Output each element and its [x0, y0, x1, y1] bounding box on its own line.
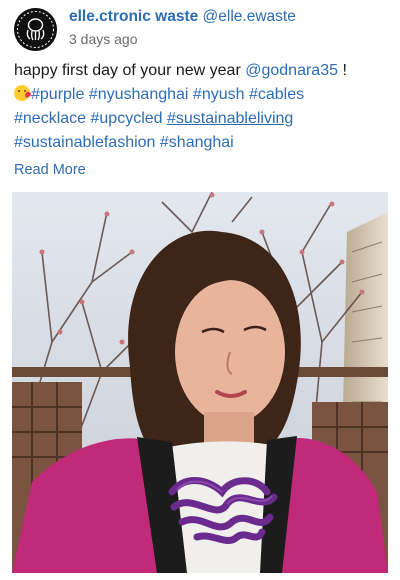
avatar[interactable] — [14, 8, 57, 51]
social-post-card: elle.ctronic waste @elle.ewaste 3 days a… — [0, 0, 400, 580]
post-header: elle.ctronic waste @elle.ewaste 3 days a… — [14, 8, 296, 51]
post-caption: happy first day of your new year @godnar… — [14, 59, 390, 155]
read-more-link[interactable]: Read More — [14, 162, 86, 178]
account-name[interactable]: elle.ctronic waste — [69, 8, 198, 25]
caption-text-end: ! — [338, 62, 347, 79]
post-timestamp: 3 days ago — [69, 31, 138, 47]
account-handle[interactable]: @elle.ewaste — [203, 8, 296, 25]
caption-text: happy first day of your new year — [14, 62, 246, 79]
caption-line-1: happy first day of your new year @godnar… — [14, 59, 390, 83]
hashtag-link[interactable]: #nyushanghai — [89, 86, 189, 103]
post-photo[interactable] — [12, 192, 388, 573]
photo-illustration — [12, 192, 388, 573]
hashtag-link[interactable]: #nyush — [193, 86, 245, 103]
hashtag-link[interactable]: #sustainableliving — [167, 110, 293, 127]
author-line: elle.ctronic waste @elle.ewaste — [69, 8, 296, 26]
caption-line-4: #sustainablefashion #shanghai — [14, 131, 390, 155]
hashtag-link[interactable]: #cables — [249, 86, 304, 103]
post-meta: elle.ctronic waste @elle.ewaste 3 days a… — [69, 8, 296, 47]
hashtag-link[interactable]: #shanghai — [160, 134, 234, 151]
kissing-face-emoji-icon — [14, 85, 30, 101]
hashtag-link[interactable]: #sustainablefashion — [14, 134, 155, 151]
hashtag-link[interactable]: #purple — [31, 86, 84, 103]
octopus-logo-icon — [14, 8, 57, 51]
mention-link[interactable]: @godnara35 — [245, 62, 338, 79]
caption-line-3: #necklace #upcycled #sustainableliving — [14, 107, 390, 131]
caption-line-2: #purple #nyushanghai #nyush #cables — [14, 83, 390, 107]
hashtag-link[interactable]: #upcycled — [91, 110, 163, 127]
hashtag-link[interactable]: #necklace — [14, 110, 86, 127]
